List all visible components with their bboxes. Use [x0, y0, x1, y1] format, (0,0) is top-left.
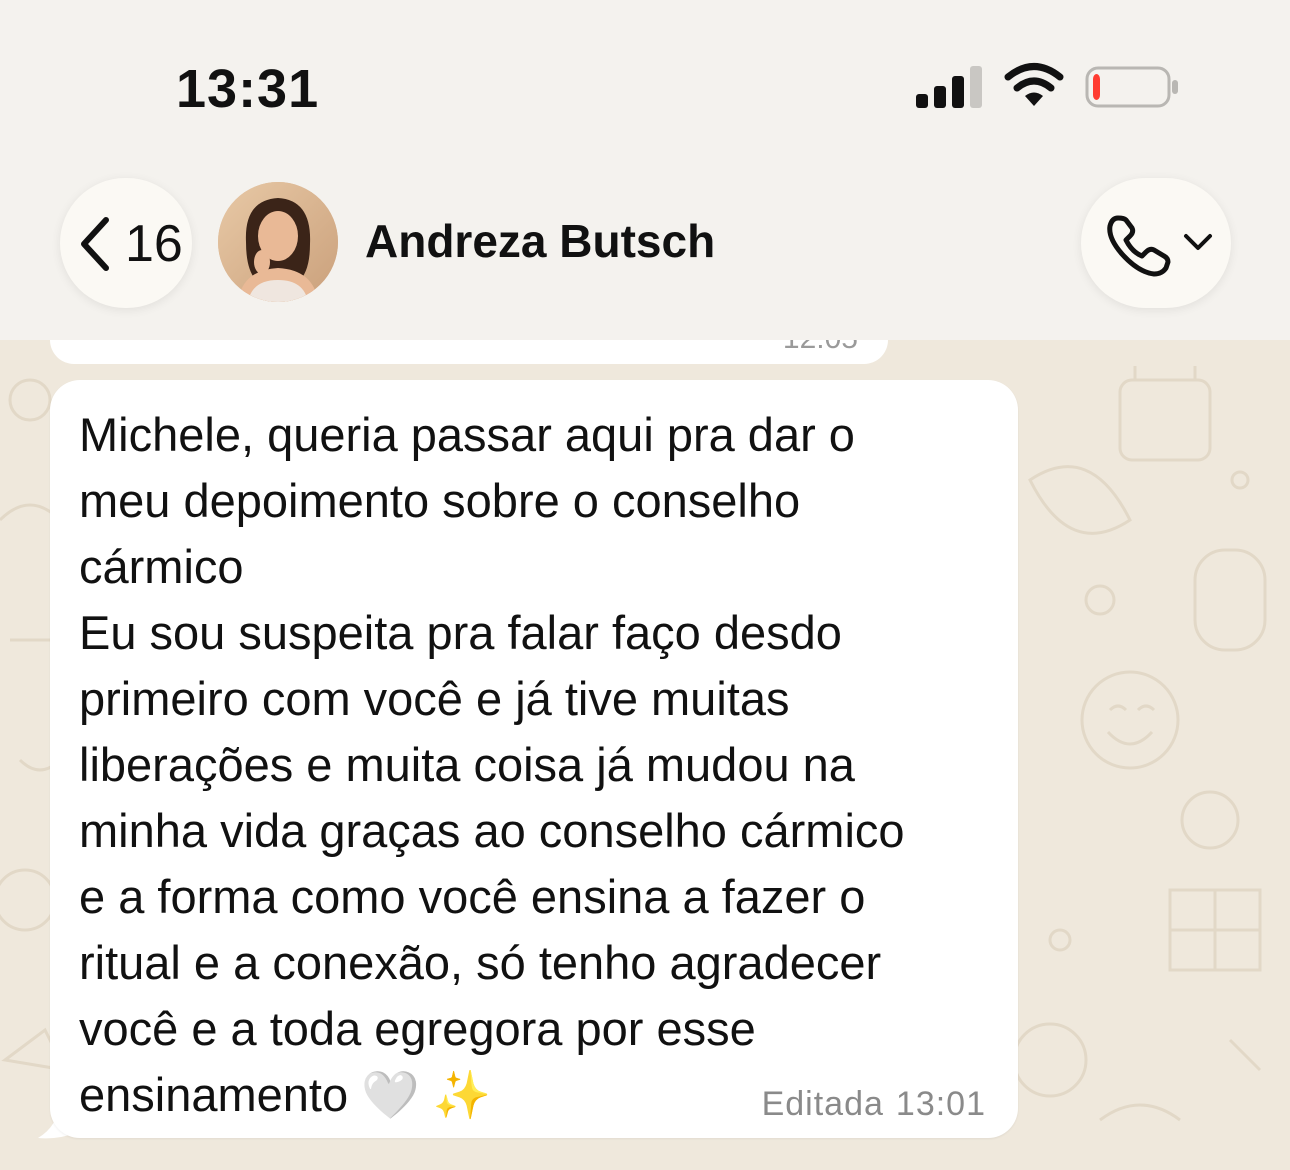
edited-label: Editada [761, 1085, 884, 1123]
phone-icon[interactable] [1104, 212, 1174, 278]
message-text: Michele, queria passar aqui pra dar o me… [79, 408, 905, 1121]
message-bubble[interactable]: Michele, queria passar aqui pra dar o me… [50, 380, 1018, 1138]
status-time: 13:31 [176, 59, 320, 119]
status-bar: 13:31 [0, 0, 1290, 150]
chevron-down-icon[interactable] [1182, 232, 1214, 252]
previous-message-bubble[interactable]: 12:05 [50, 340, 888, 364]
message-time: 13:01 [895, 1085, 986, 1123]
wifi-icon [1004, 63, 1064, 106]
message-meta: Editada 13:01 [762, 1085, 986, 1124]
chat-area[interactable]: 12:05 Michele, queria passar aqui pra da… [0, 340, 1290, 1170]
contact-name[interactable]: Andreza Butsch [365, 214, 715, 268]
chevron-left-icon[interactable] [74, 214, 114, 274]
battery-low-icon [1085, 66, 1178, 108]
unread-count[interactable]: 16 [125, 214, 183, 274]
avatar[interactable] [218, 182, 338, 302]
previous-message-time: 12:05 [783, 340, 858, 356]
signal-bars-icon [916, 66, 982, 108]
